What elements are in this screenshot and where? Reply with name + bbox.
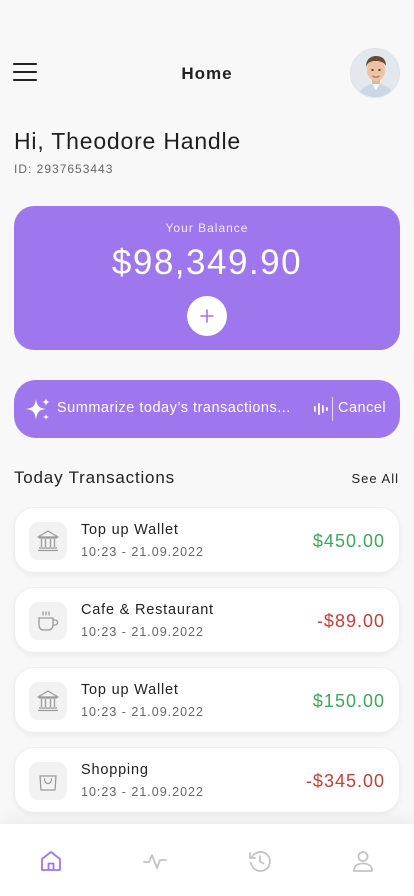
transaction-date: 10:23 - 21.09.2022 <box>81 705 204 719</box>
transaction-title: Top up Wallet <box>81 682 179 698</box>
ai-summary-bar[interactable]: Summarize today’s transactions... Cancel <box>14 380 400 438</box>
transaction-title: Shopping <box>81 762 149 778</box>
transaction-row[interactable]: Top up Wallet 10:23 - 21.09.2022 $150.00 <box>14 667 400 733</box>
voice-wave-icon[interactable] <box>313 401 329 417</box>
shopping-bag-icon <box>29 762 67 800</box>
greeting-text: Hi, Theodore Handle <box>14 128 242 154</box>
activity-icon[interactable] <box>142 848 168 874</box>
cup-icon <box>29 602 67 640</box>
transaction-title: Top up Wallet <box>81 522 179 538</box>
transaction-title: Cafe & Restaurant <box>81 602 214 618</box>
bank-icon <box>29 522 67 560</box>
transaction-row[interactable]: Shopping 10:23 - 21.09.2022 -$345.00 <box>14 747 400 813</box>
sparkle-icon <box>26 398 50 420</box>
add-funds-button[interactable] <box>187 296 227 336</box>
transaction-amount: -$345.00 <box>305 771 385 791</box>
divider <box>332 397 333 421</box>
transaction-amount: $450.00 <box>312 531 385 551</box>
transaction-amount: $150.00 <box>312 691 385 711</box>
user-photo <box>351 49 399 97</box>
ai-prompt-input[interactable]: Summarize today’s transactions... <box>57 400 317 416</box>
transaction-list: Top up Wallet 10:23 - 21.09.2022 $450.00… <box>14 507 400 827</box>
balance-amount: $98,349.90 <box>111 243 303 282</box>
history-icon[interactable] <box>247 848 273 874</box>
transaction-date: 10:23 - 21.09.2022 <box>81 625 204 639</box>
home-screen: Home Hi, Theodore Handle ID: 2937653443 … <box>0 0 414 896</box>
see-all-link[interactable]: See All <box>352 471 399 486</box>
bank-icon <box>29 682 67 720</box>
cancel-button[interactable]: Cancel <box>338 400 386 416</box>
transaction-date: 10:23 - 21.09.2022 <box>81 785 204 799</box>
transaction-date: 10:23 - 21.09.2022 <box>81 545 204 559</box>
transaction-row[interactable]: Top up Wallet 10:23 - 21.09.2022 $450.00 <box>14 507 400 573</box>
home-icon[interactable] <box>38 848 64 874</box>
balance-label: Your Balance <box>165 221 249 235</box>
transaction-row[interactable]: Cafe & Restaurant 10:23 - 21.09.2022 -$8… <box>14 587 400 653</box>
transaction-amount: -$89.00 <box>316 611 385 631</box>
avatar[interactable] <box>350 48 400 98</box>
balance-card: Your Balance $98,349.90 <box>14 206 400 350</box>
bottom-nav <box>0 824 414 896</box>
plus-icon <box>200 309 214 323</box>
user-id: ID: 2937653443 <box>14 162 114 176</box>
section-title: Today Transactions <box>14 468 175 487</box>
profile-icon[interactable] <box>350 848 376 874</box>
